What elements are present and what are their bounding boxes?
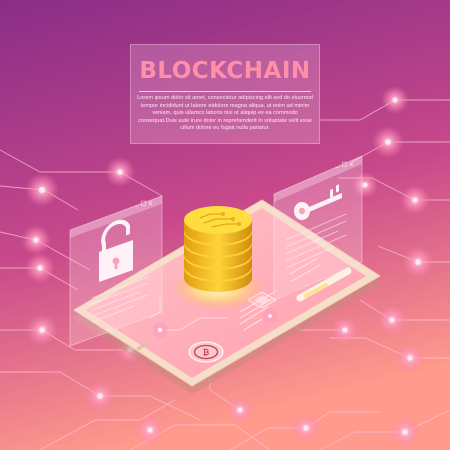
circuit-node (372, 126, 404, 158)
circuit-node (26, 314, 58, 346)
circuit-node (402, 246, 434, 278)
circuit-node (21, 225, 51, 255)
window-controls-label: _ □ x (134, 199, 153, 207)
bitcoin-icon: ₿ (188, 341, 224, 363)
circuit-node (135, 415, 165, 445)
circuit-node (377, 305, 407, 335)
coin (184, 206, 252, 244)
coin-stack-icon (172, 206, 264, 310)
banner-title: BLOCKCHAIN (139, 58, 311, 84)
window-controls-label: _ □ x (335, 160, 354, 168)
circuit-node (25, 253, 55, 283)
circuit-node (25, 173, 59, 207)
svg-text:₿: ₿ (203, 348, 210, 357)
blockchain-banner: BLOCKCHAIN Lorem ipsum dolor sit amet, c… (130, 44, 320, 144)
banner-divider (139, 91, 311, 92)
circuit-node (389, 416, 421, 448)
circuit-node (400, 185, 430, 215)
circuit-node (226, 396, 254, 424)
circuit-node (381, 86, 409, 114)
circuit-node (291, 413, 321, 443)
circuit-node (395, 343, 425, 373)
circuit-node (85, 381, 115, 411)
banner-body-text: Lorem ipsum dolor sit amet, consectetur … (137, 95, 313, 132)
circuit-node (331, 316, 359, 344)
circuit-node (105, 157, 135, 187)
